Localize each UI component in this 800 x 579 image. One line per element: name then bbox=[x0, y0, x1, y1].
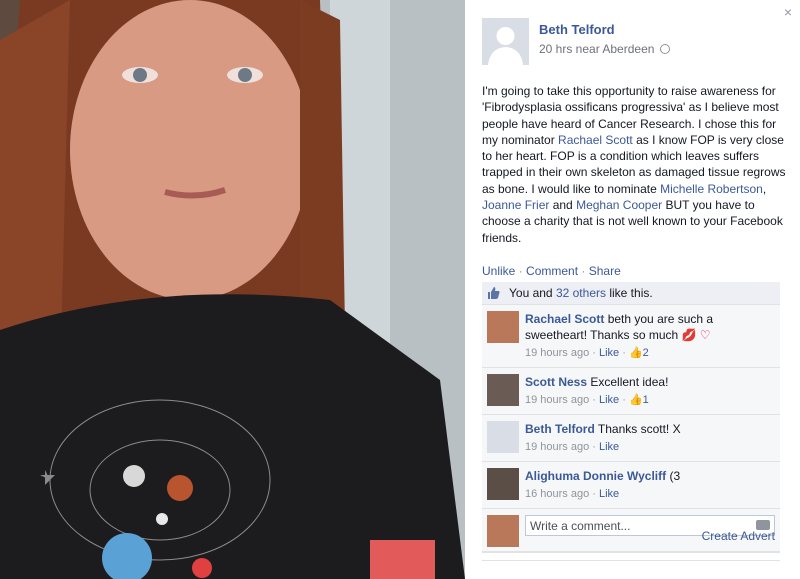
emoji-icon: 💋 ♡ bbox=[681, 328, 711, 342]
owner-name[interactable]: Beth Telford bbox=[539, 22, 670, 37]
owner-meta: 20 hrs near Aberdeen bbox=[539, 42, 670, 56]
divider bbox=[482, 551, 780, 552]
post-timestamp[interactable]: 20 hrs near Aberdeen bbox=[539, 42, 654, 56]
comment-like-link[interactable]: Like bbox=[599, 488, 619, 500]
thumbs-up-icon: 👍 bbox=[628, 347, 643, 359]
tagged-person-link[interactable]: Rachael Scott bbox=[558, 133, 633, 147]
comment-meta: 19 hours ago · Like · 👍2 bbox=[525, 347, 649, 359]
photo[interactable] bbox=[0, 0, 465, 579]
comment-body: Rachael Scott beth you are such a sweeth… bbox=[525, 311, 775, 361]
comment-item: Beth Telford Thanks scott! X 19 hours ago… bbox=[482, 415, 780, 462]
comment-text: Excellent idea! bbox=[587, 375, 669, 389]
comment-author[interactable]: Rachael Scott bbox=[525, 312, 604, 326]
comment-time[interactable]: 19 hours ago bbox=[525, 394, 589, 406]
comment-author[interactable]: Scott Ness bbox=[525, 375, 587, 389]
likes-prefix: You and bbox=[509, 286, 553, 300]
comment-time[interactable]: 19 hours ago bbox=[525, 441, 589, 453]
likes-suffix: like this. bbox=[609, 286, 653, 300]
divider bbox=[482, 560, 780, 561]
thumbs-up-icon: 👍 bbox=[628, 394, 643, 406]
photo-image bbox=[0, 0, 465, 579]
comment-item: Scott Ness Excellent idea! 19 hours ago ·… bbox=[482, 368, 780, 415]
comment-text: Thanks scott! X bbox=[594, 422, 681, 436]
comment-like-count[interactable]: 1 bbox=[643, 394, 649, 406]
thumbs-up-icon bbox=[487, 287, 501, 299]
globe-icon bbox=[659, 44, 670, 54]
unlike-link[interactable]: Unlike bbox=[482, 264, 515, 278]
comment-body: Scott Ness Excellent idea! 19 hours ago ·… bbox=[525, 374, 668, 408]
comment-time[interactable]: 19 hours ago bbox=[525, 347, 589, 359]
avatar bbox=[487, 515, 519, 547]
post-panel: × Beth Telford 20 hrs near Aberdeen I'm … bbox=[465, 0, 800, 579]
comment-like-link[interactable]: Like bbox=[599, 441, 619, 453]
comment-item: Rachael Scott beth you are such a sweeth… bbox=[482, 305, 780, 368]
avatar[interactable] bbox=[487, 468, 519, 500]
comment-like-count[interactable]: 2 bbox=[643, 347, 649, 359]
post-owner: Beth Telford 20 hrs near Aberdeen bbox=[482, 18, 670, 65]
close-icon[interactable]: × bbox=[784, 4, 792, 20]
comment-author[interactable]: Beth Telford bbox=[525, 422, 595, 436]
comment-meta: 19 hours ago · Like bbox=[525, 441, 620, 453]
comment-author[interactable]: Alighuma Donnie Wycliff bbox=[525, 469, 666, 483]
likes-summary: You and 32 others like this. bbox=[482, 282, 780, 305]
comment-time[interactable]: 16 hours ago bbox=[525, 488, 589, 500]
others-link[interactable]: 32 others bbox=[556, 286, 606, 300]
tagged-person-link[interactable]: Michelle Robertson bbox=[660, 182, 763, 196]
comment-body: Alighuma Donnie Wycliff (3 16 hours ago ·… bbox=[525, 468, 680, 502]
separator: · bbox=[578, 264, 589, 278]
comment-link[interactable]: Comment bbox=[526, 264, 578, 278]
comment-meta: 16 hours ago · Like bbox=[525, 488, 620, 500]
post-actions: Unlike · Comment · Share bbox=[482, 264, 621, 278]
comment-like-link[interactable]: Like bbox=[599, 347, 619, 359]
tagged-person-link[interactable]: Meghan Cooper bbox=[576, 198, 662, 212]
separator: · bbox=[515, 264, 527, 278]
avatar[interactable] bbox=[487, 311, 519, 343]
default-avatar-icon bbox=[482, 18, 529, 65]
comment-meta: 19 hours ago · Like · 👍1 bbox=[525, 394, 649, 406]
comment-list: Rachael Scott beth you are such a sweeth… bbox=[482, 305, 780, 509]
avatar[interactable] bbox=[487, 421, 519, 453]
post-text: I'm going to take this opportunity to ra… bbox=[482, 83, 787, 246]
tagged-person-link[interactable]: Joanne Frier bbox=[482, 198, 549, 212]
post-text-segment: , bbox=[762, 181, 767, 196]
create-advert-link[interactable]: Create Advert bbox=[702, 529, 775, 543]
feedback-section: You and 32 others like this. Rachael Sco… bbox=[482, 282, 780, 553]
avatar[interactable] bbox=[482, 18, 529, 65]
share-link[interactable]: Share bbox=[589, 264, 621, 278]
avatar[interactable] bbox=[487, 374, 519, 406]
owner-info: Beth Telford 20 hrs near Aberdeen bbox=[539, 22, 670, 65]
comment-text: (3 bbox=[666, 469, 681, 483]
comment-body: Beth Telford Thanks scott! X 19 hours ago… bbox=[525, 421, 681, 455]
comment-item: Alighuma Donnie Wycliff (3 16 hours ago ·… bbox=[482, 462, 780, 509]
comment-like-link[interactable]: Like bbox=[599, 394, 619, 406]
post-text-segment: and bbox=[549, 198, 577, 213]
